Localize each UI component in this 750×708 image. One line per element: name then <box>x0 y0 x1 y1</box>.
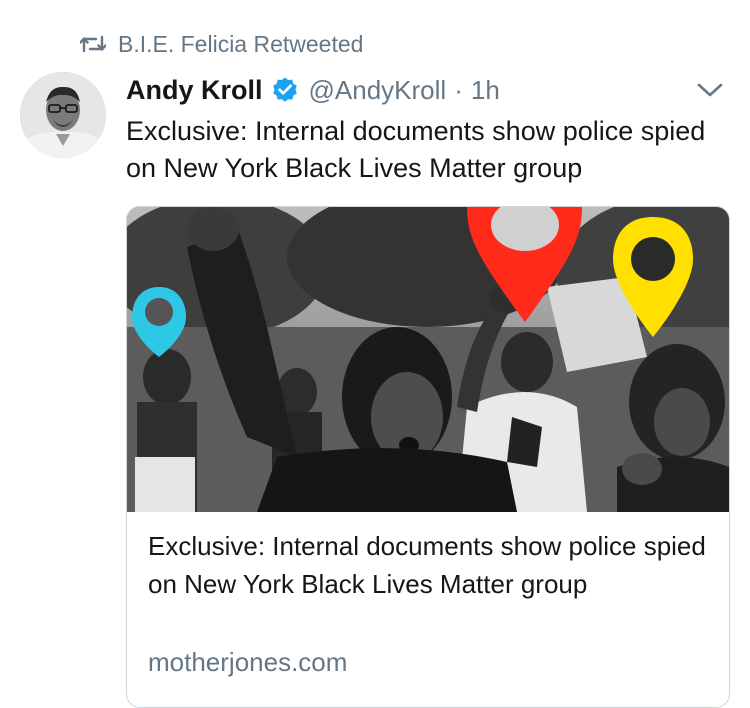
avatar-photo <box>20 72 106 158</box>
author-avatar[interactable] <box>20 72 106 158</box>
chevron-down-icon[interactable] <box>696 76 724 104</box>
retweet-icon <box>80 35 106 53</box>
tweet-text: Exclusive: Internal documents show polic… <box>126 116 706 183</box>
verified-badge-icon <box>272 77 297 102</box>
tweet-header: Andy Kroll @AndyKroll · 1h <box>126 70 730 110</box>
author-name[interactable]: Andy Kroll <box>126 75 263 106</box>
retweet-context: B.I.E. Felicia Retweeted <box>80 28 363 60</box>
tweet-timestamp[interactable]: 1h <box>471 75 500 106</box>
retweeted-by-label[interactable]: B.I.E. Felicia Retweeted <box>118 31 363 58</box>
card-image <box>127 207 729 512</box>
author-handle[interactable]: @AndyKroll <box>309 75 447 106</box>
link-card[interactable]: Exclusive: Internal documents show polic… <box>126 206 730 708</box>
card-domain[interactable]: motherjones.com <box>148 647 347 678</box>
meta-separator: · <box>454 74 463 105</box>
card-title[interactable]: Exclusive: Internal documents show polic… <box>148 527 708 603</box>
